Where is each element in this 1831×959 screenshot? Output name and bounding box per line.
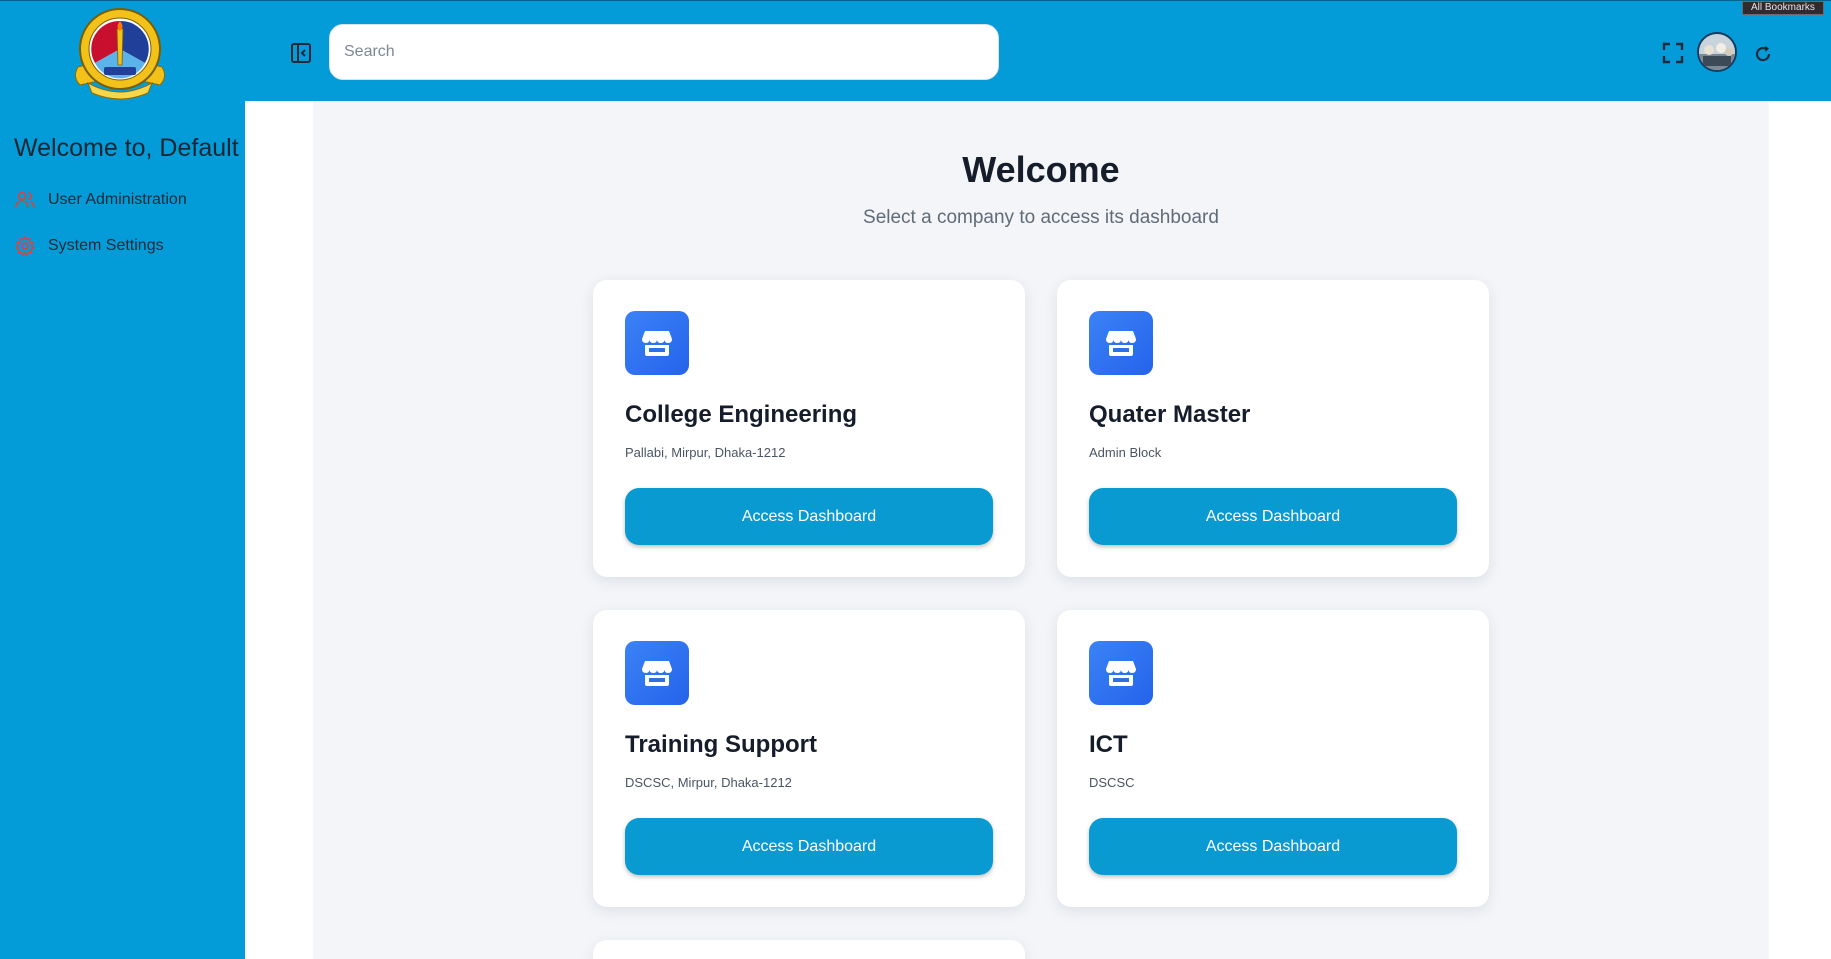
- sidebar-collapse-icon: [291, 43, 311, 63]
- main-content: Welcome Select a company to access its d…: [245, 101, 1831, 959]
- college-logo: [68, 5, 172, 103]
- sidebar: Welcome to, Default User Administration …: [0, 101, 245, 959]
- fullscreen-button[interactable]: [1661, 41, 1685, 65]
- access-dashboard-button[interactable]: Access Dashboard: [625, 818, 993, 875]
- access-dashboard-button[interactable]: Access Dashboard: [1089, 488, 1457, 545]
- users-icon: [14, 189, 36, 211]
- search-input[interactable]: [329, 24, 999, 80]
- store-icon: [1089, 311, 1153, 375]
- store-icon: [625, 311, 689, 375]
- bookmarks-tooltip: All Bookmarks: [1742, 1, 1824, 15]
- company-card: Quater Master Admin Block Access Dashboa…: [1057, 280, 1489, 577]
- sidebar-item-system-settings[interactable]: System Settings: [14, 233, 164, 259]
- company-address: Pallabi, Mirpur, Dhaka-1212: [625, 445, 786, 460]
- company-name: Quater Master: [1089, 401, 1251, 428]
- company-card: [593, 940, 1025, 959]
- store-icon: [1089, 641, 1153, 705]
- user-avatar[interactable]: [1697, 32, 1737, 72]
- company-name: Training Support: [625, 731, 817, 758]
- company-card: College Engineering Pallabi, Mirpur, Dha…: [593, 280, 1025, 577]
- company-address: Admin Block: [1089, 445, 1162, 460]
- refresh-button[interactable]: [1752, 43, 1774, 65]
- company-address: DSCSC: [1089, 775, 1135, 790]
- company-name: College Engineering: [625, 401, 858, 428]
- access-dashboard-button[interactable]: Access Dashboard: [1089, 818, 1457, 875]
- page-subtitle: Select a company to access its dashboard: [863, 207, 1219, 228]
- company-address: DSCSC, Mirpur, Dhaka-1212: [625, 775, 792, 790]
- company-panel: Welcome Select a company to access its d…: [313, 101, 1769, 959]
- fullscreen-icon: [1662, 42, 1684, 64]
- access-dashboard-button[interactable]: Access Dashboard: [625, 488, 993, 545]
- company-name: ICT: [1089, 731, 1128, 758]
- store-icon: [625, 641, 689, 705]
- sidebar-welcome-title: Welcome to, Default: [14, 134, 239, 162]
- gear-icon: [14, 235, 36, 257]
- company-card: Training Support DSCSC, Mirpur, Dhaka-12…: [593, 610, 1025, 907]
- sidebar-item-user-administration[interactable]: User Administration: [14, 187, 187, 213]
- top-bar: All Bookmarks: [0, 0, 1831, 101]
- sidebar-collapse-button[interactable]: [289, 41, 313, 65]
- sidebar-item-label: System Settings: [48, 237, 164, 254]
- page-title: Welcome: [962, 149, 1120, 190]
- company-card: ICT DSCSC Access Dashboard: [1057, 610, 1489, 907]
- sidebar-item-label: User Administration: [48, 191, 187, 208]
- refresh-icon: [1755, 46, 1771, 62]
